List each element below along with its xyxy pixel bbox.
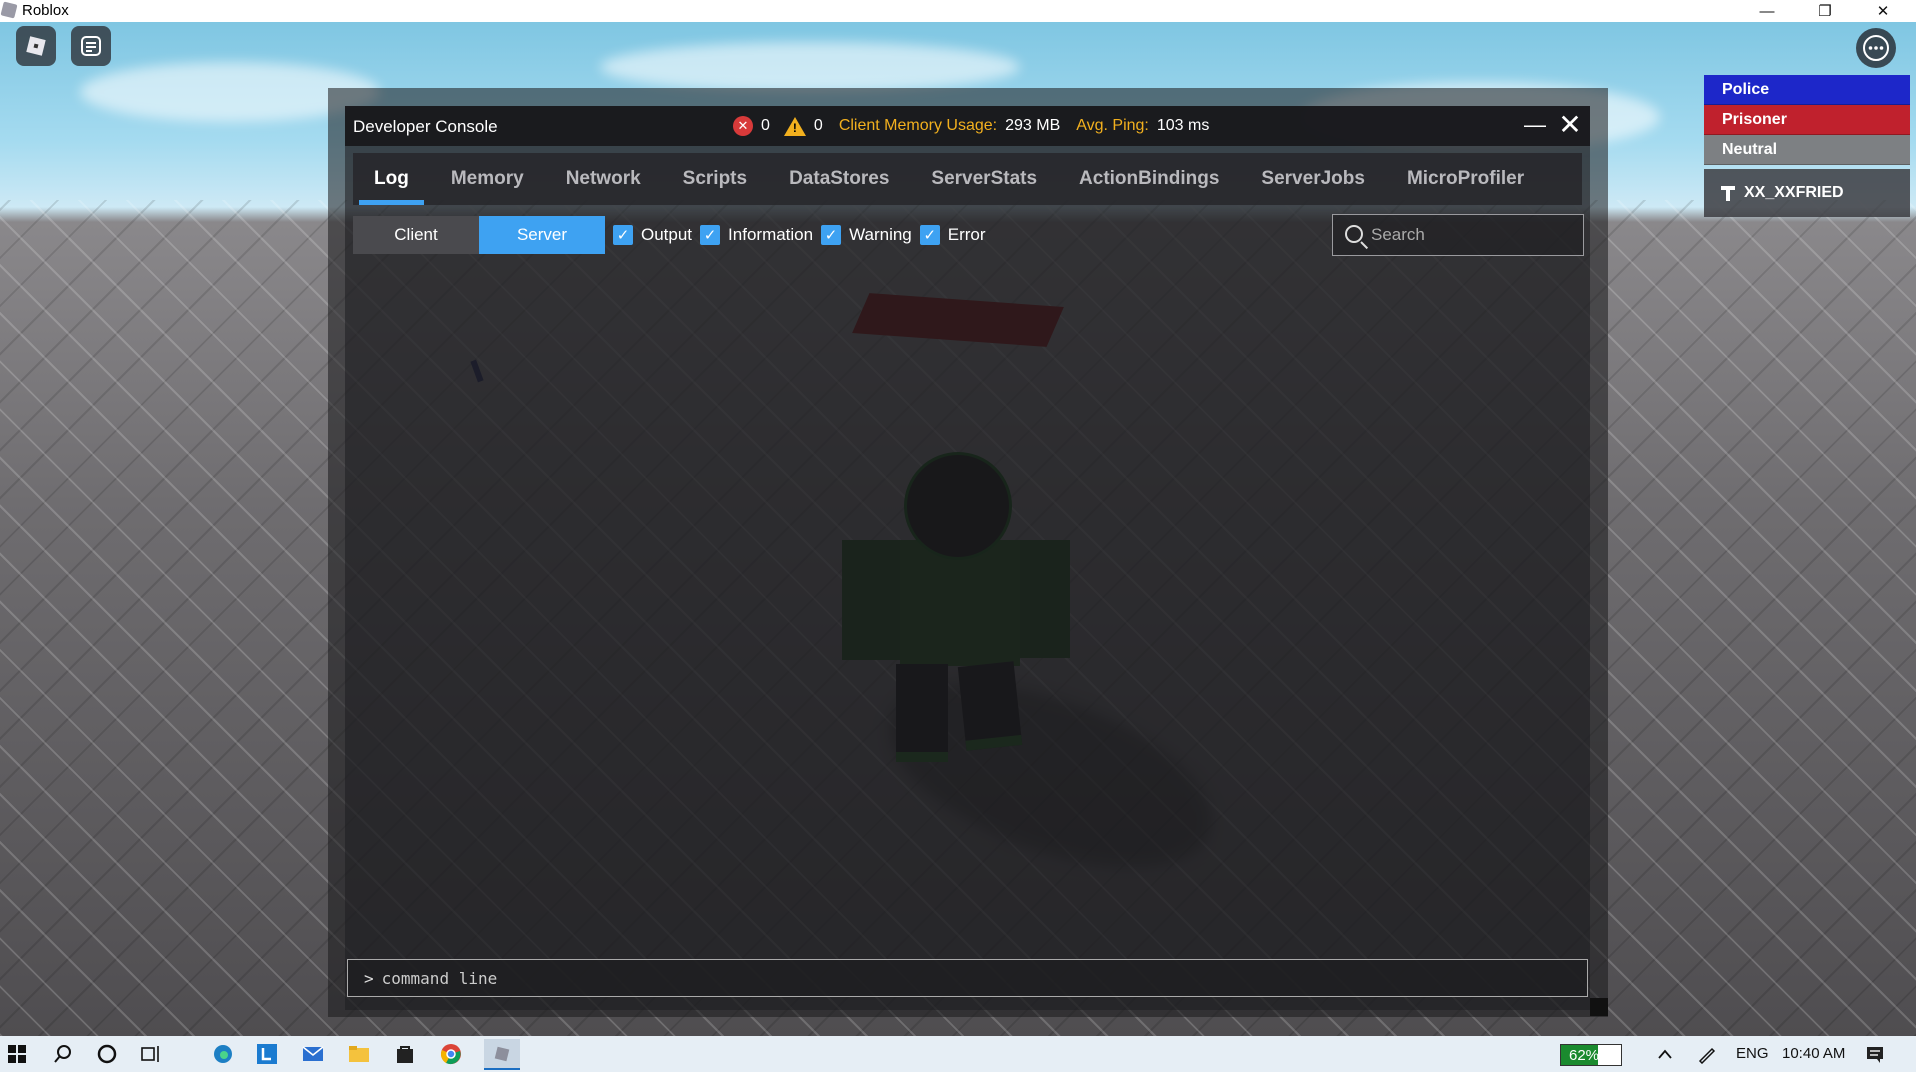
tab-microprofiler[interactable]: MicroProfiler [1386,153,1545,205]
cortana-icon [97,1044,117,1064]
tab-datastores[interactable]: DataStores [768,153,910,205]
team-police[interactable]: Police [1704,75,1910,105]
letter-l-app-icon [257,1044,277,1064]
player-list: Police Prisoner Neutral XX_XXFRIED [1704,75,1910,217]
task-view-icon [141,1046,159,1062]
more-options-button[interactable] [1856,28,1896,68]
store-bag-icon [397,1046,413,1063]
cloud [600,42,1020,92]
battery-indicator[interactable]: 62% [1560,1044,1622,1066]
window-restore-button[interactable]: ❐ [1802,0,1848,22]
player-name: XX_XXFRIED [1744,184,1844,201]
console-tabs: Log Memory Network Scripts DataStores Se… [353,153,1582,205]
battery-percent: 62% [1569,1047,1600,1064]
roblox-app-icon [0,1,18,19]
console-header[interactable]: Developer Console ✕ 0 ! 0 Client Memory … [345,106,1590,146]
error-checkbox[interactable]: ✓ Error [919,225,986,245]
roblox-logo-icon [26,36,46,56]
roblox-menu-button[interactable] [16,26,56,66]
output-label: Output [641,225,693,244]
show-hidden-icons-button[interactable] [1652,1041,1678,1067]
warning-count: 0 [813,117,823,134]
roblox-icon [494,1046,510,1061]
windows-start-button[interactable] [4,1041,30,1067]
memory-label: Client Memory Usage: [838,117,998,134]
error-icon: ✕ [733,116,753,136]
command-prompt: > [364,968,374,988]
notification-icon [1867,1047,1883,1063]
command-line-box[interactable]: > [347,959,1588,997]
notifications-button[interactable] [1862,1041,1888,1067]
search-taskbar-button[interactable] [50,1041,76,1067]
tab-network[interactable]: Network [545,153,662,205]
memory-value: 293 MB [1005,117,1061,134]
information-checkbox[interactable]: ✓ Information [700,225,813,245]
console-minimize-button[interactable]: — [1521,112,1549,140]
tab-log[interactable]: Log [353,153,430,205]
store-taskbar-button[interactable] [392,1041,418,1067]
chrome-icon [441,1044,461,1065]
file-explorer-taskbar-button[interactable] [346,1041,372,1067]
windows-taskbar: 62% ENG 10:40 AM [0,1036,1916,1072]
window-title: Roblox [22,2,69,19]
pen-button[interactable] [1694,1041,1720,1067]
system-clock[interactable]: 10:40 AM [1782,1045,1845,1062]
tab-scripts[interactable]: Scripts [662,153,768,205]
log-filters: Client Server ✓ Output ✓ Information ✓ W… [353,216,986,254]
player-entry[interactable]: XX_XXFRIED [1704,169,1910,217]
pen-icon [1698,1047,1716,1064]
windows-logo-icon [8,1045,26,1063]
tab-serverjobs[interactable]: ServerJobs [1240,153,1386,205]
chat-button[interactable] [71,26,111,66]
ping-label: Avg. Ping: [1076,117,1149,134]
folder-icon [349,1046,369,1062]
roblox-taskbar-button[interactable] [484,1039,520,1070]
log-search-box[interactable] [1332,214,1584,256]
checkmark-icon: ✓ [821,225,842,245]
checkmark-icon: ✓ [919,225,940,245]
ping-value: 103 ms [1156,117,1210,134]
search-input[interactable] [1371,225,1571,245]
console-title: Developer Console [353,117,498,136]
window-titlebar: Roblox — ❐ ✕ [0,0,1916,22]
team-neutral[interactable]: Neutral [1704,135,1910,165]
output-checkbox[interactable]: ✓ Output [613,225,692,245]
cortana-button[interactable] [94,1041,120,1067]
window-close-button[interactable]: ✕ [1860,0,1906,22]
checkmark-icon: ✓ [613,225,633,245]
tab-memory[interactable]: Memory [430,153,545,205]
warning-checkbox[interactable]: ✓ Warning [821,225,912,245]
console-close-button[interactable]: ✕ [1555,110,1585,140]
console-resize-handle[interactable] [1590,998,1608,1016]
team-prisoner[interactable]: Prisoner [1704,105,1910,135]
command-line-input[interactable] [381,968,1482,988]
mail-icon [302,1046,324,1061]
more-icon [1863,35,1889,61]
edge-icon [214,1045,232,1063]
edge-taskbar-button[interactable] [210,1041,236,1067]
checkmark-icon: ✓ [700,225,721,245]
warning-icon: ! [783,116,806,136]
task-view-button[interactable] [138,1041,164,1067]
language-indicator[interactable]: ENG [1736,1045,1769,1062]
error-count: 0 [761,117,770,134]
player-rank-icon [1721,186,1735,201]
information-label: Information [728,225,814,244]
app-l-taskbar-button[interactable] [254,1041,280,1067]
chat-icon [81,36,101,56]
tab-serverstats[interactable]: ServerStats [910,153,1058,205]
developer-console[interactable]: Developer Console ✕ 0 ! 0 Client Memory … [345,106,1590,1010]
client-segment-button[interactable]: Client [353,216,479,254]
error-label: Error [947,225,986,244]
search-icon [54,1045,71,1063]
mail-taskbar-button[interactable] [300,1041,326,1067]
search-icon [1345,225,1363,243]
chrome-taskbar-button[interactable] [438,1041,464,1067]
warning-label: Warning [849,225,912,244]
window-minimize-button[interactable]: — [1744,0,1790,22]
tab-actionbindings[interactable]: ActionBindings [1058,153,1240,205]
server-segment-button[interactable]: Server [479,216,605,254]
chevron-up-icon [1658,1049,1672,1059]
console-stats: ✕ 0 ! 0 Client Memory Usage: 293 MB Avg.… [733,116,1209,136]
